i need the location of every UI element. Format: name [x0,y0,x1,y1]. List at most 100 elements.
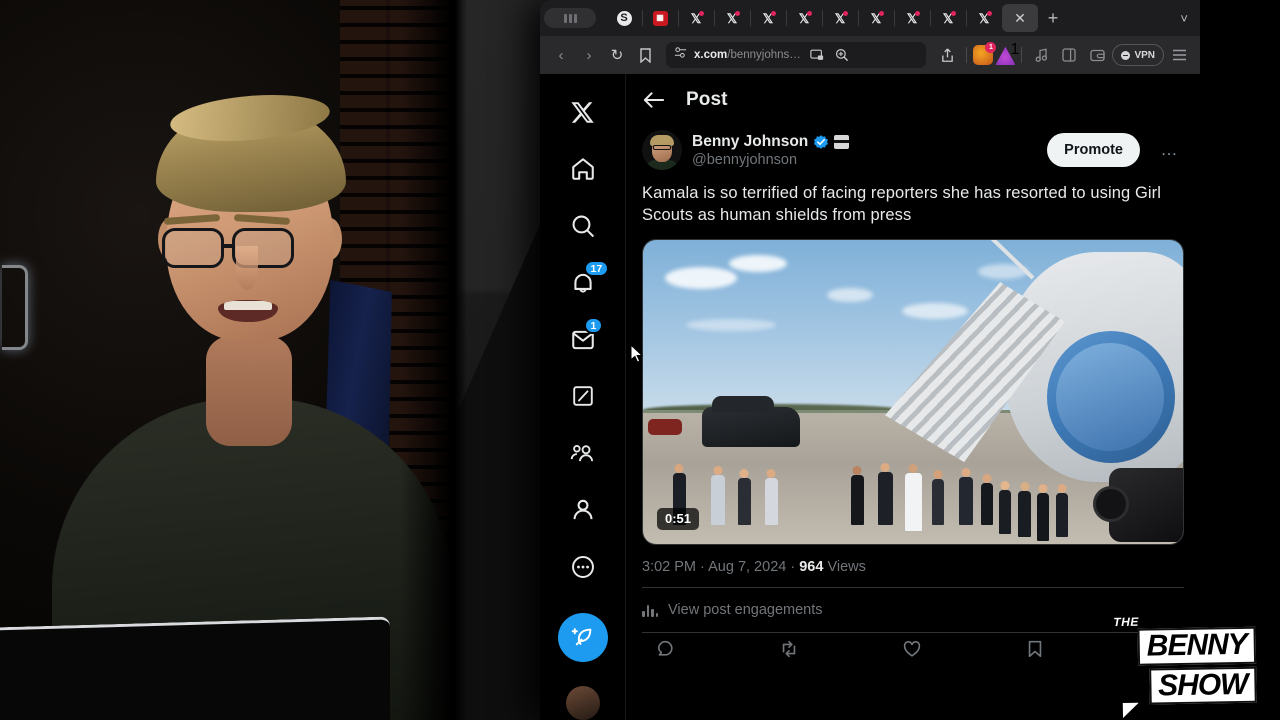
messages-badge: 1 [583,317,604,335]
tab-red[interactable]: ▦ [642,4,678,32]
logo-line-1: BENNY [1137,626,1257,666]
edge-vignette [400,0,460,720]
tab-x-3[interactable]: 𝕏 [750,4,786,32]
verified-badge-icon [813,134,829,150]
extension-icon-1[interactable]: 1 [973,42,997,65]
toolbar-divider-2 [1021,47,1023,63]
author-display-name[interactable]: Benny Johnson [692,133,808,151]
x-favicon: 𝕏 [726,10,741,26]
back-icon[interactable]: ‹ [548,42,574,68]
news-camera [1093,467,1183,542]
x-favicon: 𝕏 [978,10,993,26]
panel-edge-shadow [455,0,467,720]
views-count: 964 [799,558,824,575]
tab-group-pill[interactable] [544,8,596,28]
x-favicon: 𝕏 [906,10,921,26]
vpn-label: VPN [1134,49,1155,61]
extension-icon-2-wrap[interactable]: 1 [995,41,1019,65]
sidebar-item-profile[interactable] [558,481,608,538]
sidebar-item-messages[interactable]: 1 [558,311,608,368]
back-icon[interactable] [642,89,664,111]
sidebar-item-x-logo[interactable] [558,84,608,141]
x-sidebar-nav: 17 1 [540,74,626,720]
tab-strip: S ▦ 𝕏 𝕏 𝕏 𝕏 𝕏 𝕏 𝕏 𝕏 𝕏 ✕ + ˅ [540,0,1200,36]
sidebar-item-notifications[interactable]: 17 [558,254,610,311]
sidebar-icon[interactable] [1056,42,1082,68]
page-title: Post [686,89,728,110]
new-tab-button[interactable]: + [1038,8,1068,29]
x-favicon: 𝕏 [798,10,813,26]
laptop [0,616,390,720]
avatar[interactable] [642,130,682,170]
author-handle[interactable]: @bennyjohnson [692,152,1037,168]
views-label: Views [827,558,866,575]
bookmark-icon[interactable] [1025,639,1047,661]
x-favicon: 𝕏 [870,10,885,26]
promote-button[interactable]: Promote [1047,133,1140,167]
share-icon[interactable] [934,42,960,68]
tab-x-6[interactable]: 𝕏 [858,4,894,32]
red-square-icon: ▦ [652,10,668,26]
address-bar[interactable]: x.com/bennyjohns… [666,42,927,68]
tab-globe[interactable]: S [606,4,642,32]
meta-sep-2: · [790,558,796,575]
x-favicon: 𝕏 [690,10,705,26]
engagements-label: View post engagements [668,601,823,618]
sidebar-item-grok[interactable] [558,368,608,425]
pip-icon[interactable] [808,42,826,68]
host-video-panel [0,0,460,720]
repost-icon[interactable] [779,639,801,661]
post-more-options-icon[interactable]: … [1154,135,1184,165]
vpn-status-icon [1121,50,1131,60]
video-duration-badge: 0:51 [657,507,700,530]
aircraft-engine [1047,330,1175,463]
post-date: Aug 7, 2024 [708,558,787,575]
meta-sep-1: · [700,558,705,575]
x-favicon: 𝕏 [834,10,849,26]
music-note-icon[interactable] [1028,42,1054,68]
reply-icon[interactable] [656,639,678,661]
sidebar-item-home[interactable] [558,141,608,198]
author-identity: Benny Johnson @bennyjohnson [692,133,1037,168]
author-row: Benny Johnson @bennyjohnson Promote … [626,126,1200,170]
browser-toolbar: ‹ › ↻ x.com/bennyjohns… 1 1 VPN [540,36,1200,74]
close-icon[interactable]: ✕ [1014,11,1026,25]
tab-x-2[interactable]: 𝕏 [714,4,750,32]
affiliate-badge-icon[interactable] [834,134,850,149]
hamburger-menu-icon[interactable] [1166,42,1192,68]
tab-x-9[interactable]: 𝕏 [966,4,1002,32]
tab-x-4[interactable]: 𝕏 [786,4,822,32]
zoom-icon[interactable] [833,42,851,68]
bar-chart-icon [642,603,658,617]
tracker-shield-icon[interactable] [674,46,687,64]
post-meta: 3:02 PM · Aug 7, 2024 · 964 Views [626,545,1200,587]
sidebar-account-avatar[interactable] [565,685,600,720]
tab-x-8[interactable]: 𝕏 [930,4,966,32]
x-favicon: 𝕏 [942,10,957,26]
video-card[interactable]: 0:51 [642,238,1184,545]
tab-x-7[interactable]: 𝕏 [894,4,930,32]
reload-icon[interactable]: ↻ [604,42,630,68]
post-text: Kamala is so terrified of facing reporte… [642,184,1162,225]
tab-active[interactable]: ✕ [1002,4,1038,32]
mouse-cursor [630,343,644,364]
logo-speech-tail [1122,702,1140,719]
globe-icon: S [616,10,632,26]
tab-x-5[interactable]: 𝕏 [822,4,858,32]
wallet-icon[interactable] [1084,42,1110,68]
sidebar-item-explore[interactable] [558,198,608,255]
bookmark-icon[interactable] [632,42,658,68]
forward-icon[interactable]: › [576,42,602,68]
post-header: Post [626,74,1200,126]
chevron-down-icon[interactable]: ˅ [1180,11,1196,26]
red-vehicle [648,418,683,435]
like-icon[interactable] [902,639,924,661]
sidebar-item-communities[interactable] [558,425,608,482]
compose-post-button[interactable] [557,613,608,662]
sidebar-item-more[interactable] [558,538,608,595]
neon-light [2,265,28,350]
motorcade-suv [702,395,801,447]
vpn-button[interactable]: VPN [1112,44,1164,66]
toolbar-divider [966,47,968,63]
tab-x-1[interactable]: 𝕏 [678,4,714,32]
